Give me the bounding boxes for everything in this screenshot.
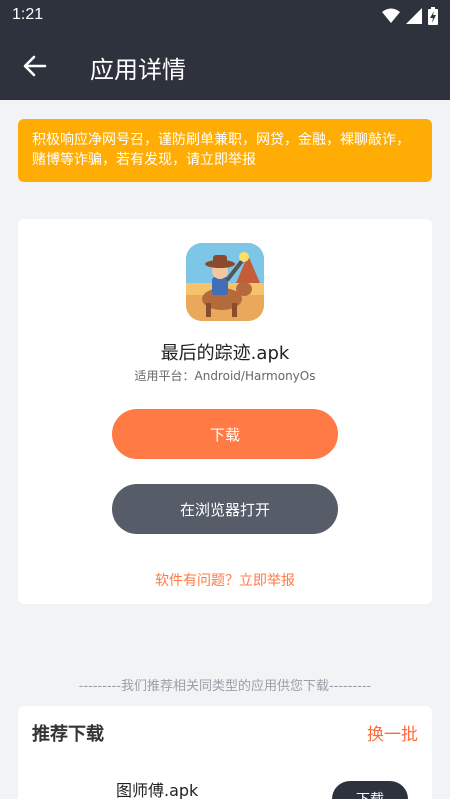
- recommend-card: 推荐下载 换一批 图师傅.apk 下载: [18, 706, 432, 799]
- app-detail-card: 最后的踪迹.apk 适用平台：Android/HarmonyOs 下载 在浏览器…: [18, 219, 432, 604]
- arrow-left-icon: [23, 55, 47, 77]
- recommend-item-name: 图师傅.apk: [116, 781, 199, 799]
- back-button[interactable]: [20, 51, 50, 81]
- cowboy-game-icon: [186, 243, 264, 321]
- app-name: 最后的踪迹.apk: [160, 343, 290, 364]
- refresh-batch-button[interactable]: 换一批: [367, 720, 418, 745]
- wifi-icon: [382, 8, 400, 23]
- battery-icon: [428, 7, 438, 25]
- download-button[interactable]: 下载: [112, 409, 338, 459]
- recommend-intro: ---------我们推荐相关同类型的应用供您下载---------: [78, 679, 372, 694]
- app-icon: [186, 243, 264, 321]
- status-bar: 1:21: [0, 0, 450, 32]
- report-link[interactable]: 软件有问题？立即举报: [18, 570, 432, 590]
- recommend-download-button[interactable]: 下载: [332, 781, 408, 799]
- recommend-title: 推荐下载: [32, 724, 104, 745]
- status-time: 1:21: [12, 6, 44, 23]
- status-icons: [382, 7, 438, 25]
- open-in-browser-button[interactable]: 在浏览器打开: [112, 484, 338, 534]
- app-logo-icon: [58, 792, 88, 799]
- warning-notice: 积极响应净网号召，谨防刷单兼职，网贷，金融，裸聊敲诈，赌博等诈骗，若有发现，请立…: [18, 119, 432, 182]
- app-platform: 适用平台：Android/HarmonyOs: [134, 369, 316, 383]
- signal-icon: [406, 8, 422, 24]
- app-bar: 应用详情: [0, 32, 450, 100]
- app-icon: [58, 792, 88, 799]
- page-title: 应用详情: [90, 56, 186, 84]
